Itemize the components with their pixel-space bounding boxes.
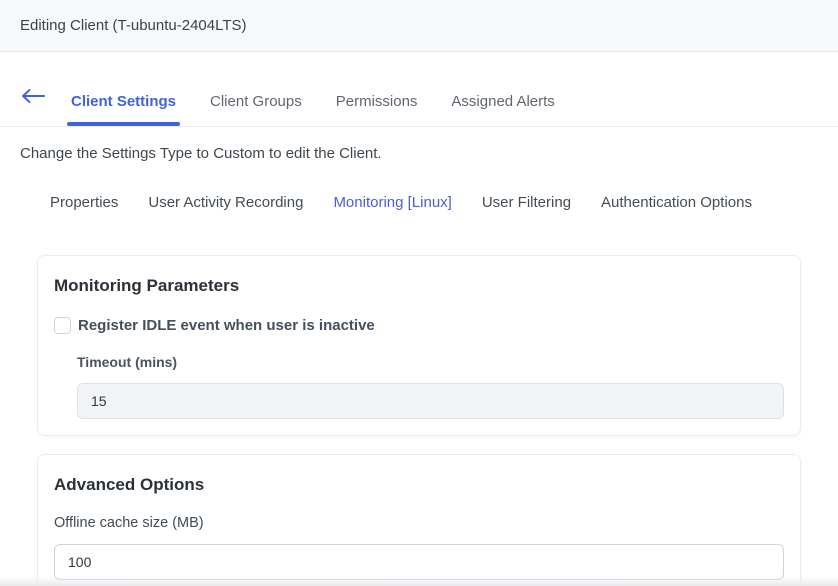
offline-cache-label: Offline cache size (MB) bbox=[54, 515, 784, 531]
settings-type-notice: Change the Settings Type to Custom to ed… bbox=[20, 145, 818, 162]
subtab-user-filtering[interactable]: User Filtering bbox=[482, 190, 571, 215]
arrow-left-icon bbox=[20, 88, 45, 109]
subtab-properties[interactable]: Properties bbox=[50, 190, 118, 215]
tab-assigned-alerts[interactable]: Assigned Alerts bbox=[449, 83, 556, 126]
settings-subtab-bar: Properties User Activity Recording Monit… bbox=[0, 190, 838, 215]
monitoring-parameters-card: Monitoring Parameters Register IDLE even… bbox=[37, 255, 801, 436]
monitoring-parameters-title: Monitoring Parameters bbox=[54, 276, 784, 296]
timeout-label: Timeout (mins) bbox=[77, 354, 784, 370]
subtab-user-activity-recording[interactable]: User Activity Recording bbox=[148, 190, 303, 215]
titlebar: Editing Client (T-ubuntu-2404LTS) bbox=[0, 0, 838, 52]
subtab-monitoring-linux[interactable]: Monitoring [Linux] bbox=[333, 190, 451, 215]
tab-permissions[interactable]: Permissions bbox=[334, 83, 420, 126]
tab-client-groups[interactable]: Client Groups bbox=[208, 83, 304, 126]
timeout-group: Timeout (mins) bbox=[77, 354, 784, 419]
offline-cache-group: Offline cache size (MB) bbox=[54, 515, 784, 580]
register-idle-label: Register IDLE event when user is inactiv… bbox=[78, 317, 375, 334]
back-button[interactable] bbox=[20, 78, 45, 126]
main-tab-bar: Client Settings Client Groups Permission… bbox=[0, 78, 838, 127]
subtab-authentication-options[interactable]: Authentication Options bbox=[601, 190, 752, 215]
timeout-input[interactable] bbox=[77, 383, 784, 419]
tab-client-settings[interactable]: Client Settings bbox=[69, 83, 178, 126]
cards-container: Monitoring Parameters Register IDLE even… bbox=[0, 255, 838, 586]
offline-cache-input[interactable] bbox=[54, 544, 784, 580]
advanced-options-title: Advanced Options bbox=[54, 475, 784, 495]
register-idle-checkbox[interactable] bbox=[54, 317, 71, 334]
advanced-options-card: Advanced Options Offline cache size (MB) bbox=[37, 454, 801, 586]
editing-client-page: Editing Client (T-ubuntu-2404LTS) Client… bbox=[0, 0, 838, 586]
page-title: Editing Client (T-ubuntu-2404LTS) bbox=[20, 17, 247, 34]
register-idle-row: Register IDLE event when user is inactiv… bbox=[54, 317, 784, 334]
